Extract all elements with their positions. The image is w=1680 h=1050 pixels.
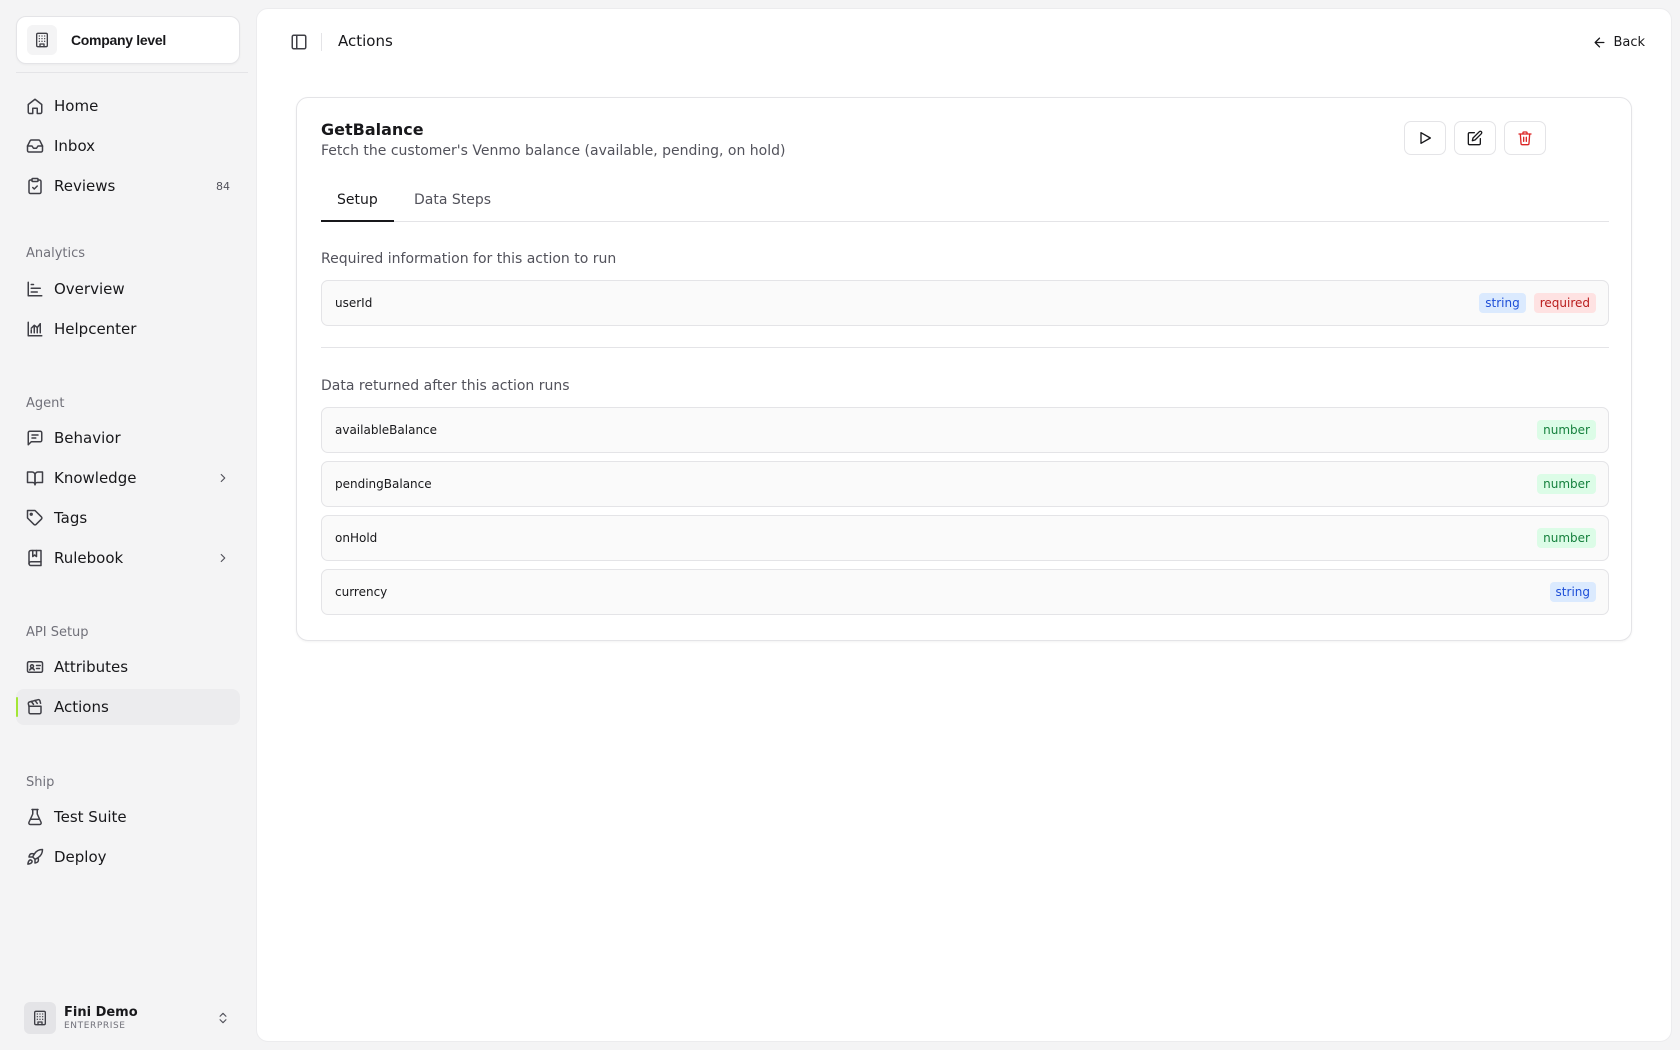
type-badge: string bbox=[1549, 582, 1596, 602]
avatar bbox=[24, 1002, 56, 1034]
home-icon bbox=[27, 98, 43, 115]
tab-setup[interactable]: Setup bbox=[321, 184, 394, 222]
type-badge: number bbox=[1537, 528, 1596, 548]
sidebar-item-deploy[interactable]: Deploy bbox=[16, 839, 240, 875]
sidebar-item-label: Helpcenter bbox=[54, 320, 137, 338]
input-field-row: userId string required bbox=[321, 280, 1609, 326]
topbar: Actions Back bbox=[257, 9, 1671, 73]
action-tabs: Setup Data Steps bbox=[321, 184, 1609, 222]
type-badge: number bbox=[1537, 474, 1596, 494]
message-square-icon bbox=[27, 430, 43, 446]
sidebar-item-tags[interactable]: Tags bbox=[16, 500, 240, 536]
rocket-icon bbox=[27, 848, 44, 865]
sidebar-item-inbox[interactable]: Inbox bbox=[16, 128, 240, 164]
sidebar-item-label: Behavior bbox=[54, 429, 121, 447]
section-divider bbox=[321, 347, 1609, 348]
user-name: Fini Demo bbox=[64, 1004, 138, 1020]
sidebar-item-rulebook[interactable]: Rulebook bbox=[16, 540, 240, 576]
sidebar-item-label: Actions bbox=[54, 698, 109, 716]
sidebar-item-actions[interactable]: Actions bbox=[16, 689, 240, 725]
back-label: Back bbox=[1613, 34, 1645, 50]
notebook-icon bbox=[28, 549, 42, 567]
sidebar-item-label: Tags bbox=[54, 509, 88, 527]
field-name: pendingBalance bbox=[335, 477, 432, 491]
chevrons-up-down-icon bbox=[219, 1012, 227, 1024]
section-label-ship: Ship bbox=[26, 775, 55, 790]
sidebar-item-label: Reviews bbox=[54, 177, 116, 195]
bar-chart-icon bbox=[27, 281, 43, 297]
sidebar-item-label: Knowledge bbox=[54, 469, 137, 487]
run-action-button[interactable] bbox=[1404, 121, 1446, 155]
section-label-api-setup: API Setup bbox=[26, 625, 89, 640]
tag-icon bbox=[26, 509, 43, 526]
page-title: Actions bbox=[338, 32, 393, 50]
sidebar-item-behavior[interactable]: Behavior bbox=[16, 420, 240, 456]
output-field-row: availableBalance number bbox=[321, 407, 1609, 453]
reviews-count-badge: 84 bbox=[216, 179, 230, 193]
trash-icon bbox=[1518, 131, 1532, 146]
output-field-row: currency string bbox=[321, 569, 1609, 615]
sidebar-item-label: Inbox bbox=[54, 137, 96, 155]
output-field-row: pendingBalance number bbox=[321, 461, 1609, 507]
user-account-switcher[interactable]: Fini Demo ENTERPRISE bbox=[16, 996, 240, 1040]
main-panel: Actions Back GetBalance Fetch the custom… bbox=[256, 8, 1672, 1042]
user-plan: ENTERPRISE bbox=[64, 1020, 126, 1031]
sidebar-item-label: Overview bbox=[54, 280, 125, 298]
id-card-icon bbox=[26, 661, 44, 673]
sidebar-item-knowledge[interactable]: Knowledge bbox=[16, 460, 240, 496]
output-field-row: onHold number bbox=[321, 515, 1609, 561]
company-level-label: Company level bbox=[71, 32, 166, 48]
sidebar-toggle-icon[interactable] bbox=[290, 33, 308, 51]
sidebar-item-attributes[interactable]: Attributes bbox=[16, 649, 240, 685]
tab-data-steps[interactable]: Data Steps bbox=[398, 184, 507, 222]
company-level-switcher[interactable]: Company level bbox=[16, 16, 240, 64]
inputs-heading: Required information for this action to … bbox=[321, 251, 617, 267]
chevron-right-icon bbox=[220, 553, 226, 563]
sidebar-item-label: Home bbox=[54, 97, 99, 115]
section-label-agent: Agent bbox=[26, 396, 65, 411]
edit-icon bbox=[1467, 130, 1483, 146]
sidebar-item-label: Attributes bbox=[54, 658, 129, 676]
flask-icon bbox=[28, 808, 42, 826]
type-badge: number bbox=[1537, 420, 1596, 440]
sidebar-divider bbox=[16, 72, 248, 73]
sidebar-item-home[interactable]: Home bbox=[16, 88, 240, 124]
type-badge: string bbox=[1479, 293, 1526, 313]
section-label-analytics: Analytics bbox=[26, 246, 86, 261]
inbox-icon bbox=[26, 139, 44, 153]
building-icon bbox=[27, 25, 57, 55]
required-badge: required bbox=[1533, 293, 1596, 313]
clapperboard-icon bbox=[27, 698, 42, 715]
chevron-right-icon bbox=[220, 473, 226, 483]
arrow-left-icon bbox=[1594, 37, 1605, 47]
sidebar-item-label: Test Suite bbox=[54, 808, 127, 826]
sidebar-item-test-suite[interactable]: Test Suite bbox=[16, 799, 240, 835]
sidebar: Company level Home Inbox Reviews 84 Anal… bbox=[0, 0, 255, 1050]
play-icon bbox=[1420, 132, 1431, 144]
book-open-icon bbox=[26, 471, 44, 486]
field-name: onHold bbox=[335, 531, 378, 545]
field-name: currency bbox=[335, 585, 388, 599]
action-description: Fetch the customer's Venmo balance (avai… bbox=[321, 143, 786, 159]
sidebar-item-reviews[interactable]: Reviews 84 bbox=[16, 168, 240, 204]
action-card: GetBalance Fetch the customer's Venmo ba… bbox=[296, 97, 1632, 641]
line-chart-icon bbox=[27, 321, 43, 337]
topbar-separator bbox=[321, 33, 322, 51]
outputs-heading: Data returned after this action runs bbox=[321, 378, 570, 394]
action-name: GetBalance bbox=[321, 120, 424, 139]
sidebar-item-helpcenter[interactable]: Helpcenter bbox=[16, 311, 240, 347]
sidebar-item-overview[interactable]: Overview bbox=[16, 271, 240, 307]
delete-action-button[interactable] bbox=[1504, 121, 1546, 155]
field-name: userId bbox=[335, 296, 373, 310]
field-name: availableBalance bbox=[335, 423, 438, 437]
back-button[interactable]: Back bbox=[1592, 29, 1645, 55]
sidebar-item-label: Deploy bbox=[54, 848, 107, 866]
clipboard-check-icon bbox=[28, 177, 42, 195]
sidebar-item-label: Rulebook bbox=[54, 549, 124, 567]
edit-action-button[interactable] bbox=[1454, 121, 1496, 155]
building-icon bbox=[34, 1010, 46, 1026]
